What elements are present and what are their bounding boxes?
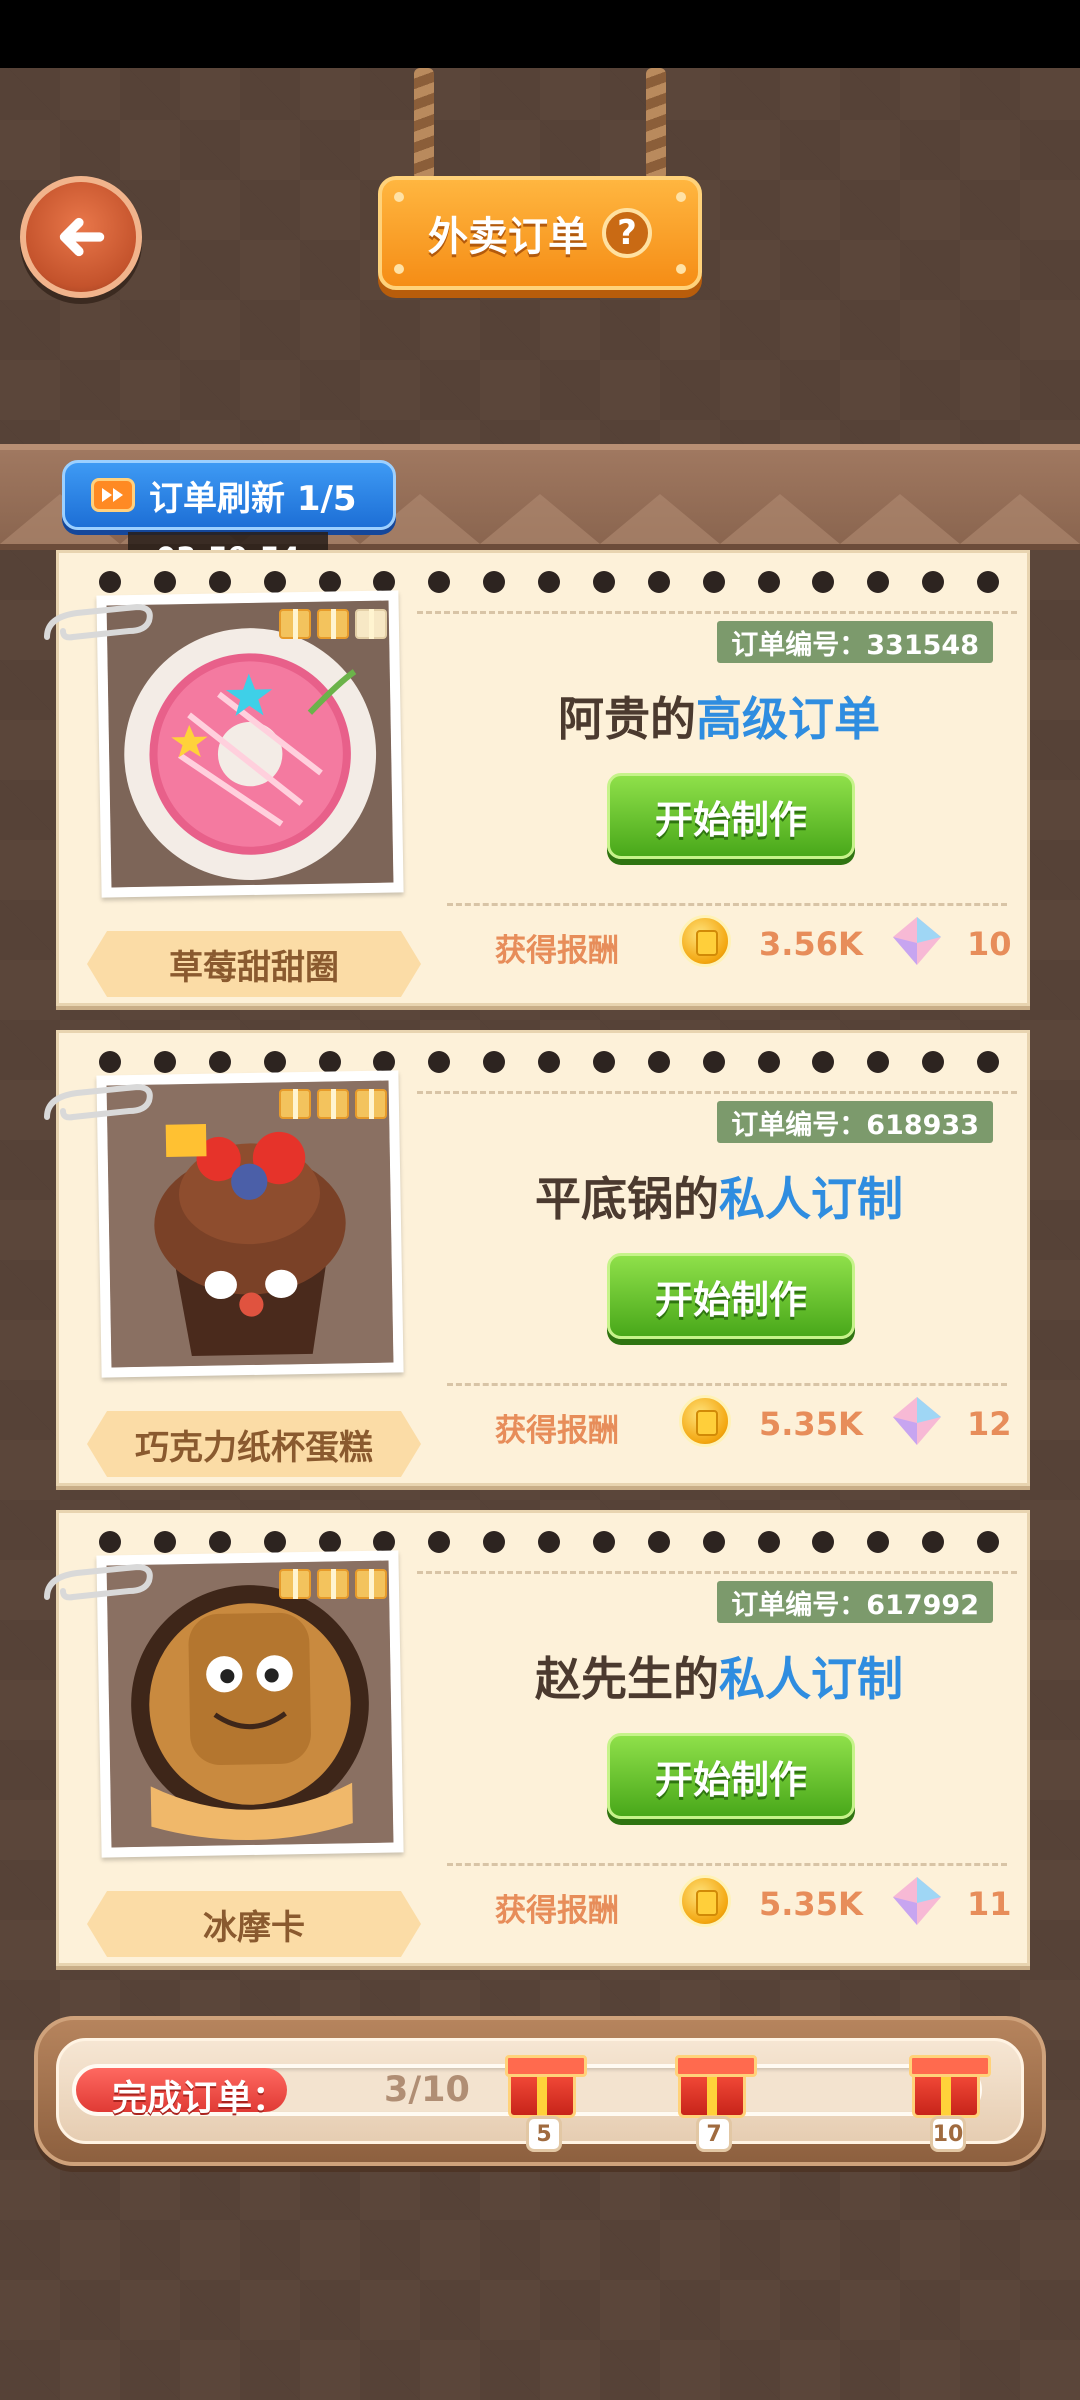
help-icon[interactable]: ? (602, 208, 652, 258)
status-bar (0, 0, 1080, 68)
milestone-number: 5 (526, 2116, 562, 2152)
binder-holes (99, 1051, 999, 1075)
gift-slots (279, 1089, 387, 1119)
progress-count: 3/10 (384, 2070, 470, 2110)
coin-icon (679, 1875, 731, 1927)
order-card: 冰摩卡 订单编号：617992 赵先生的私人订制 开始制作 获得报酬 5.35K… (44, 1510, 1038, 1986)
gift-icon (317, 1089, 349, 1119)
order-title: 赵先生的私人订制 (419, 1643, 1019, 1709)
gift-icon (279, 609, 311, 639)
refresh-label: 订单刷新 1/5 (149, 478, 357, 519)
order-title: 阿贵的高级订单 (419, 683, 1019, 749)
customer-name: 赵先生的 (535, 1652, 719, 1706)
order-card: 巧克力纸杯蛋糕 订单编号：618933 平底锅的私人订制 开始制作 获得报酬 5… (44, 1030, 1038, 1506)
reward-label: 获得报酬 (495, 1893, 619, 1929)
dish-name: 冰摩卡 (87, 1891, 421, 1957)
gift-box-icon (675, 2055, 757, 2118)
card-paper: 草莓甜甜圈 订单编号：331548 阿贵的高级订单 开始制作 获得报酬 3.56… (44, 550, 1030, 1006)
coin-reward: 5.35K (759, 1885, 863, 1923)
milestone-gift-button[interactable]: 7 (672, 2052, 757, 2162)
card-paper: 冰摩卡 订单编号：617992 赵先生的私人订制 开始制作 获得报酬 5.35K… (44, 1510, 1030, 1966)
reward-label: 获得报酬 (495, 1413, 619, 1449)
card-paper: 巧克力纸杯蛋糕 订单编号：618933 平底锅的私人订制 开始制作 获得报酬 5… (44, 1030, 1030, 1486)
order-card: 草莓甜甜圈 订单编号：331548 阿贵的高级订单 开始制作 获得报酬 3.56… (44, 550, 1038, 1026)
order-screen: 外卖订单 ? 订单刷新 1/5 03:59:54 (0, 0, 1080, 2400)
gift-icon (279, 1089, 311, 1119)
coin-icon (679, 915, 731, 967)
order-id: 订单编号：618933 (717, 1101, 993, 1143)
gift-slots (279, 609, 387, 639)
title-sign: 外卖订单 ? (378, 176, 702, 290)
dish-name: 巧克力纸杯蛋糕 (87, 1411, 421, 1477)
paperclip-icon (44, 1083, 153, 1121)
paperclip-icon (44, 1563, 153, 1601)
customer-name: 平底锅的 (535, 1172, 719, 1226)
order-type: 私人订制 (719, 1172, 903, 1226)
page-title: 外卖订单 (428, 214, 588, 260)
gift-icon (317, 1569, 349, 1599)
milestone-gift-button[interactable]: 5 (502, 2052, 587, 2162)
gift-box-icon (909, 2055, 991, 2118)
gem-reward: 12 (967, 1405, 1012, 1443)
back-button[interactable] (20, 176, 142, 298)
gift-box-icon (505, 2055, 587, 2118)
back-arrow-icon (59, 217, 105, 257)
order-title: 平底锅的私人订制 (419, 1163, 1019, 1229)
coin-reward: 3.56K (759, 925, 863, 963)
coin-icon (679, 1395, 731, 1447)
gift-icon (279, 1569, 311, 1599)
binder-holes (99, 1531, 999, 1555)
video-ad-icon (91, 478, 135, 512)
start-making-button[interactable]: 开始制作 (607, 1253, 855, 1339)
order-id: 订单编号：617992 (717, 1581, 993, 1623)
rope-right (646, 68, 666, 180)
gem-icon (893, 1397, 941, 1445)
milestone-number: 7 (696, 2116, 732, 2152)
progress-label: 完成订单： (112, 2079, 288, 2119)
milestone-number: 10 (930, 2116, 966, 2152)
order-type: 私人订制 (719, 1652, 903, 1706)
gem-reward: 10 (967, 925, 1012, 963)
order-id: 订单编号：331548 (717, 621, 993, 663)
gift-icon (355, 1089, 387, 1119)
reward-label: 获得报酬 (495, 933, 619, 969)
gem-icon (893, 917, 941, 965)
gift-icon (355, 609, 387, 639)
gem-icon (893, 1877, 941, 1925)
start-making-button[interactable]: 开始制作 (607, 773, 855, 859)
gift-slots (279, 1569, 387, 1599)
dish-name: 草莓甜甜圈 (87, 931, 421, 997)
customer-name: 阿贵的 (558, 692, 696, 746)
coin-reward: 5.35K (759, 1405, 863, 1443)
gift-icon (317, 609, 349, 639)
order-refresh-button[interactable]: 订单刷新 1/5 (62, 460, 396, 530)
milestone-gift-button[interactable]: 10 (906, 2052, 991, 2162)
order-type: 高级订单 (696, 692, 880, 746)
binder-holes (99, 571, 999, 595)
rope-left (414, 68, 434, 180)
gem-reward: 11 (967, 1885, 1012, 1923)
gift-icon (355, 1569, 387, 1599)
start-making-button[interactable]: 开始制作 (607, 1733, 855, 1819)
paperclip-icon (44, 603, 153, 641)
